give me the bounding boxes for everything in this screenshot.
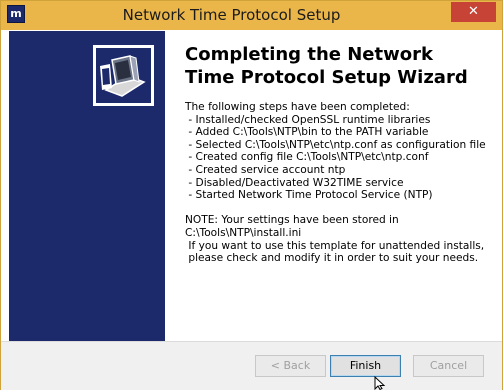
close-button[interactable]: ✕: [451, 2, 496, 22]
ntp-computer-logo-icon: [93, 45, 154, 106]
back-button[interactable]: < Back: [255, 355, 326, 377]
completion-summary: The following steps have been completed:…: [185, 101, 486, 265]
mouse-pointer-icon: [374, 376, 386, 390]
cancel-button[interactable]: Cancel: [413, 355, 484, 377]
finish-button[interactable]: Finish: [330, 355, 401, 377]
button-bar: < Back Finish Cancel: [1, 341, 502, 390]
wizard-banner: [9, 31, 165, 341]
wizard-heading: Completing the Network Time Protocol Set…: [185, 44, 468, 88]
window-title: Network Time Protocol Setup: [122, 6, 341, 24]
title-bar[interactable]: m Network Time Protocol Setup ✕: [1, 1, 502, 30]
wizard-content: Completing the Network Time Protocol Set…: [175, 31, 494, 341]
setup-window: m Network Time Protocol Setup ✕ Completi…: [0, 0, 503, 390]
